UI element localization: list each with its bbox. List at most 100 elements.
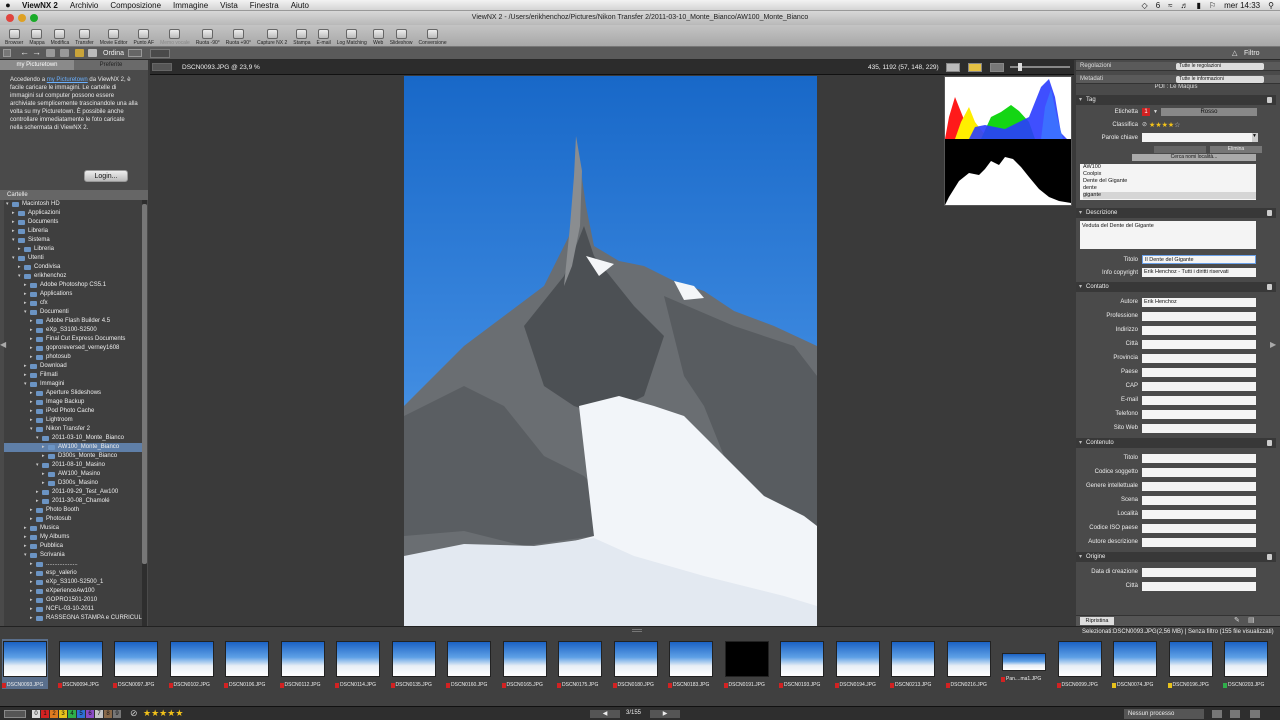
thumbnail-image[interactable] xyxy=(724,641,769,677)
filter-icon[interactable]: △ xyxy=(1232,49,1237,57)
folder-item[interactable]: ▾ Documenti xyxy=(4,308,142,317)
folder-item[interactable]: ▾ Immagini xyxy=(4,380,142,389)
codice-iso-paese-input[interactable] xyxy=(1142,523,1256,533)
indirizzo-input[interactable] xyxy=(1142,325,1256,335)
new-folder-icon[interactable] xyxy=(75,49,84,57)
flag-icon[interactable]: ⚐ xyxy=(1209,1,1216,10)
label-filter-9[interactable]: 9 xyxy=(113,710,121,718)
process-list-icon[interactable] xyxy=(1212,710,1222,718)
battery-count[interactable]: 6 xyxy=(1156,1,1160,10)
copyright-input[interactable]: Erik Henchoz - Tutti i diritti riservati xyxy=(1142,268,1256,277)
toolbar-ruota-90-button[interactable]: Ruota -90° xyxy=(193,29,223,46)
metadata-select[interactable]: Tutte le informazioni xyxy=(1176,76,1264,83)
folder-item-selected[interactable]: ▸ AW100_Monte_Bianco xyxy=(4,443,142,452)
adjustments-row[interactable]: Regolazioni Tutte le regolazioni xyxy=(1076,62,1280,71)
forward-icon[interactable]: → xyxy=(32,47,41,57)
folder-item[interactable]: ▸ Adobe Flash Builder 4.5 xyxy=(4,317,142,326)
thumbnail-image[interactable] xyxy=(169,641,214,677)
keyword-item[interactable]: gigante xyxy=(1083,192,1256,199)
settings-icon[interactable] xyxy=(1250,710,1260,718)
folder-item[interactable]: ▸ Applications xyxy=(4,290,142,299)
keyword-item[interactable]: AW100 xyxy=(1083,164,1256,171)
folder-item[interactable]: ▾ Macintosh HD xyxy=(4,200,142,209)
thumbnail-image[interactable] xyxy=(58,641,103,677)
titolo-input[interactable] xyxy=(1142,453,1256,463)
thumbnail-image[interactable] xyxy=(114,641,158,677)
label-filter-8[interactable]: 8 xyxy=(104,710,112,718)
folder-item[interactable]: ▸ 2011-30-08_Chamolé xyxy=(4,497,142,506)
thumbnail-image[interactable] xyxy=(1113,641,1157,677)
folder-item[interactable]: ▸ Aperture Slideshows xyxy=(4,389,142,398)
menu-app[interactable]: ViewNX 2 xyxy=(16,1,64,10)
no-rating-icon[interactable]: ⊘ xyxy=(1142,121,1147,128)
info-icon[interactable] xyxy=(1267,440,1272,446)
folder-item[interactable]: ▸ Download xyxy=(4,362,142,371)
wifi-icon[interactable]: ≈ xyxy=(1168,1,1172,10)
thumbnail-item[interactable]: DSCN0094.JPG xyxy=(57,639,104,689)
label-filter-toggle[interactable] xyxy=(4,710,26,718)
thumbnail-image[interactable] xyxy=(1168,641,1213,677)
professione-input[interactable] xyxy=(1142,311,1256,321)
thumbnail-image[interactable] xyxy=(336,641,380,677)
label-filter-4[interactable]: 4 xyxy=(68,710,76,718)
toolbar-transfer-button[interactable]: Transfer xyxy=(72,29,96,46)
titolo-input[interactable]: Il Dente del Gigante xyxy=(1142,255,1256,264)
folder-item[interactable]: ▸ iPod Photo Cache xyxy=(4,407,142,416)
thumbnail-image[interactable] xyxy=(1224,641,1268,677)
folder-item[interactable]: ▸ Lightroom xyxy=(4,416,142,425)
keyword-list[interactable]: AW100 Coolpix Dente del Gigante dente gigant… xyxy=(1080,164,1256,200)
thumbnail-item[interactable]: DSCN0216.JPG xyxy=(945,639,992,689)
minimize-window-icon[interactable] xyxy=(18,14,26,22)
genere-intellettuale-input[interactable] xyxy=(1142,481,1256,491)
toolbar-modifica-button[interactable]: Modifica xyxy=(48,29,73,46)
star-filled-icon[interactable]: ★ xyxy=(151,708,159,718)
keyword-item[interactable]: Dente del Gigante xyxy=(1083,178,1256,185)
autore-descrizione-input[interactable] xyxy=(1142,537,1256,547)
folder-item[interactable]: ▸ Documents xyxy=(4,218,142,227)
spotlight-icon[interactable]: ⚲ xyxy=(1268,1,1274,10)
thumbnail-item[interactable]: DSCN0099.JPG xyxy=(1056,639,1103,689)
keyword-input[interactable] xyxy=(1142,133,1252,142)
toolbar-browser-button[interactable]: Browser xyxy=(2,29,26,46)
viewer-mode-icon[interactable] xyxy=(150,49,170,58)
previous-image-button[interactable]: ◀ xyxy=(590,710,620,718)
filter-button[interactable]: Filtro xyxy=(1244,47,1260,60)
picturetown-link[interactable]: my Picturetown xyxy=(47,77,88,83)
back-icon[interactable]: ← xyxy=(20,47,29,57)
toolbar-ruota-90-button[interactable]: Ruota +90° xyxy=(223,29,254,46)
star-filled-icon[interactable]: ★ xyxy=(143,708,151,718)
thumbnail-item[interactable]: Pan....ma1.JPG xyxy=(1001,639,1047,689)
thumbnail-image[interactable] xyxy=(502,641,547,677)
reset-button[interactable]: Ripristina xyxy=(1080,617,1114,625)
metadata-row[interactable]: Metadati Tutte le informazioni xyxy=(1076,75,1280,84)
folder-item[interactable]: ▸ Photo Booth xyxy=(4,506,142,515)
scena-input[interactable] xyxy=(1142,495,1256,505)
thumbnail-image[interactable] xyxy=(1002,653,1046,671)
folder-item[interactable]: ▸ Musica xyxy=(4,524,142,533)
next-image-button[interactable]: ▶ xyxy=(650,710,680,718)
toolbar-slideshow-button[interactable]: Slideshow xyxy=(387,29,416,46)
thumbnail-item[interactable]: DSCN0074.JPG xyxy=(1112,639,1158,689)
folder-item[interactable]: ▾ Sistema xyxy=(4,236,142,245)
thumbnail-item[interactable]: DSCN0196.JPG xyxy=(1167,639,1214,689)
folder-item[interactable]: ▸ GOPRO1501-2010 xyxy=(4,596,142,605)
thumbnail-item[interactable]: DSCN0193.JPG xyxy=(779,639,825,689)
sort-order-icon[interactable] xyxy=(128,49,142,57)
folder-item[interactable]: ▸ cfx xyxy=(4,299,142,308)
citt--input[interactable] xyxy=(1142,339,1256,349)
section-contatto[interactable]: Contatto xyxy=(1076,282,1276,292)
pen-icon[interactable]: ✎ xyxy=(1234,616,1240,624)
codice-soggetto-input[interactable] xyxy=(1142,467,1256,477)
folder-item[interactable]: ▾ erikhenchoz xyxy=(4,272,142,281)
autore-input[interactable]: Erik Henchoz xyxy=(1142,297,1256,307)
label-filter-5[interactable]: 5 xyxy=(77,710,85,718)
thumbnail-item[interactable]: DSCN0114.JPG xyxy=(335,639,381,689)
thumbnail-item[interactable]: DSCN0097.JPG xyxy=(113,639,159,689)
section-origine[interactable]: Origine xyxy=(1076,552,1276,562)
cap-input[interactable] xyxy=(1142,381,1256,391)
folder-item[interactable]: ▸ NCFL-03-10-2011 xyxy=(4,605,142,614)
folder-item[interactable]: ▾ Scrivania xyxy=(4,551,142,560)
thumbnail-image[interactable] xyxy=(669,641,713,677)
thumbnail-image[interactable] xyxy=(225,641,269,677)
menu-finestra[interactable]: Finestra xyxy=(244,1,285,10)
